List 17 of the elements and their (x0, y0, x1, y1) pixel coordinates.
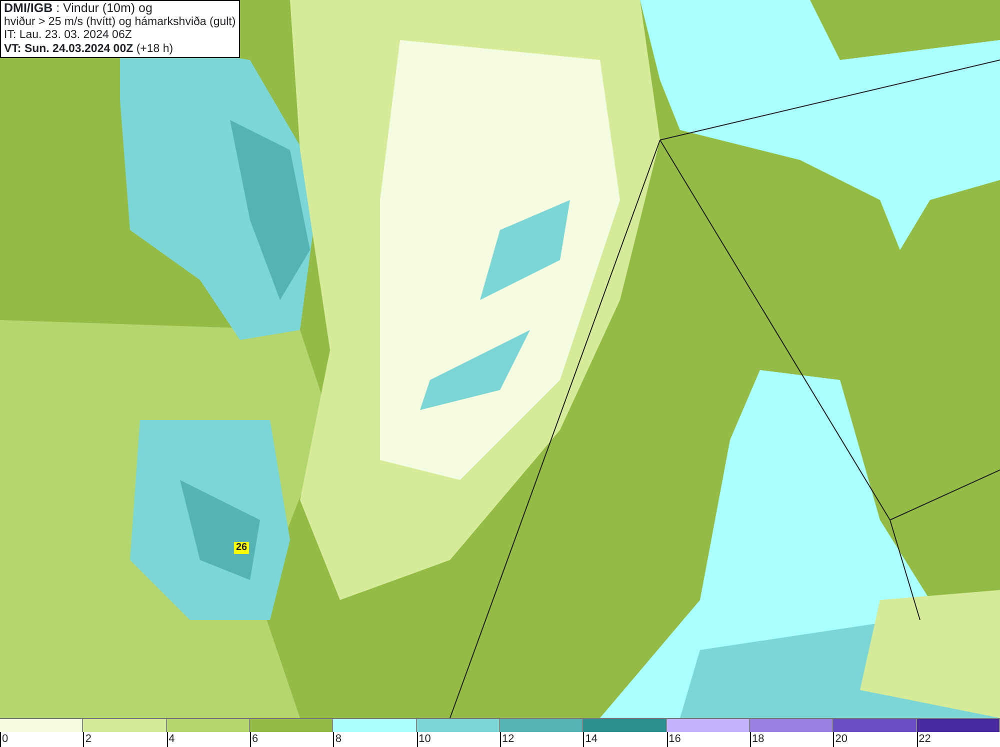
gust-value-label: 26 (234, 542, 250, 554)
legend-label: 4 (168, 733, 175, 745)
title-line: DMI/IGB : Vindur (10m) og (4, 2, 152, 15)
legend-label: 6 (252, 733, 258, 745)
legend-label: 22 (918, 733, 931, 745)
legend-label: 10 (418, 733, 431, 745)
legend-label: 12 (502, 733, 514, 745)
legend-label: 16 (668, 733, 681, 745)
title-line: hviður > 25 m/s (hvítt) og hámarkshviða (gult) (4, 16, 236, 29)
legend-label: 2 (85, 733, 92, 745)
legend-label: 8 (335, 733, 342, 745)
legend-label: 20 (835, 733, 848, 745)
legend-label: 18 (752, 733, 764, 745)
legend-label: 14 (585, 733, 598, 745)
title-line: IT: Lau. 23. 03. 2024 06Z (4, 29, 133, 42)
title-line: VT: Sun. 24.03.2024 00Z (+18 h) (4, 42, 174, 56)
legend-label: 0 (2, 733, 8, 745)
